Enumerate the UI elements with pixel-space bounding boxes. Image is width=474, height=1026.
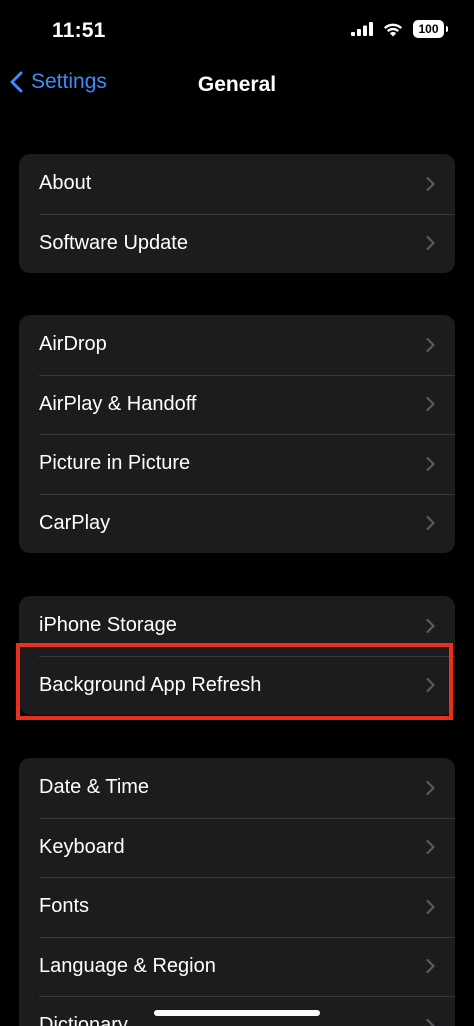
settings-row-date-time[interactable]: Date & Time <box>19 758 455 818</box>
row-label: Software Update <box>39 231 188 254</box>
battery-icon: 100 <box>413 20 448 38</box>
row-label: Date & Time <box>39 776 150 799</box>
chevron-right-icon <box>426 176 435 191</box>
row-label: Language & Region <box>39 954 216 977</box>
row-label: Keyboard <box>39 835 125 858</box>
settings-row-keyboard[interactable]: Keyboard <box>19 817 455 878</box>
settings-row-background-app-refresh[interactable]: Background App Refresh <box>19 655 455 716</box>
settings-row-software-update[interactable]: Software Update <box>19 213 455 274</box>
settings-row-picture-in-picture[interactable]: Picture in Picture <box>19 434 455 494</box>
row-label: AirPlay & Handoff <box>39 392 197 415</box>
settings-group-about: About Software Update <box>19 154 455 273</box>
navigation-bar: Settings General <box>0 62 474 108</box>
row-label: Background App Refresh <box>39 673 262 696</box>
home-indicator[interactable] <box>154 1010 320 1016</box>
wifi-icon <box>382 21 404 37</box>
row-label: iPhone Storage <box>39 614 177 637</box>
settings-group-locale: Date & Time Keyboard Fonts Language & Re… <box>19 758 455 1026</box>
row-label: Picture in Picture <box>39 452 191 475</box>
battery-level: 100 <box>418 22 439 36</box>
settings-row-airplay-handoff[interactable]: AirPlay & Handoff <box>19 374 455 435</box>
status-bar: 11:51 100 <box>0 0 474 62</box>
chevron-right-icon <box>426 1018 435 1026</box>
chevron-right-icon <box>426 236 435 251</box>
row-label: AirDrop <box>39 333 107 356</box>
settings-group-connectivity: AirDrop AirPlay & Handoff Picture in Pic… <box>19 315 455 553</box>
settings-row-fonts[interactable]: Fonts <box>19 877 455 937</box>
settings-row-carplay[interactable]: CarPlay <box>19 493 455 554</box>
chevron-right-icon <box>426 337 435 352</box>
settings-row-language-region[interactable]: Language & Region <box>19 936 455 997</box>
chevron-right-icon <box>426 959 435 974</box>
chevron-right-icon <box>426 678 435 693</box>
settings-row-airdrop[interactable]: AirDrop <box>19 315 455 375</box>
chevron-right-icon <box>426 618 435 633</box>
page-title: General <box>197 73 277 96</box>
chevron-right-icon <box>426 899 435 914</box>
row-label: Fonts <box>39 895 90 918</box>
row-label: CarPlay <box>39 511 111 534</box>
signal-icon <box>351 22 373 36</box>
row-label: Dictionary <box>39 1014 128 1026</box>
chevron-right-icon <box>426 840 435 855</box>
settings-row-about[interactable]: About <box>19 154 455 214</box>
settings-row-iphone-storage[interactable]: iPhone Storage <box>19 596 455 656</box>
chevron-right-icon <box>426 456 435 471</box>
chevron-right-icon <box>426 397 435 412</box>
status-icons: 100 <box>351 20 448 38</box>
row-label: About <box>39 172 92 195</box>
status-time: 11:51 <box>52 19 106 42</box>
chevron-right-icon <box>426 516 435 531</box>
chevron-right-icon <box>426 780 435 795</box>
settings-group-storage: iPhone Storage Background App Refresh <box>19 596 455 715</box>
